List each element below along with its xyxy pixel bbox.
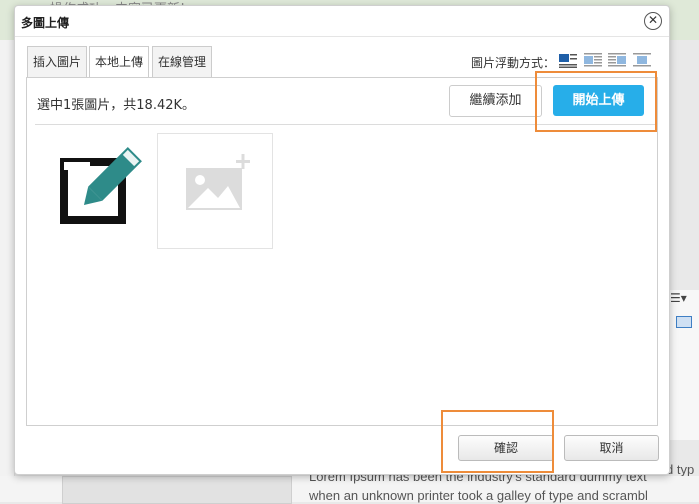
add-image-placeholder[interactable] (157, 133, 273, 249)
float-center-icon[interactable] (632, 52, 652, 68)
add-image-icon (186, 154, 250, 210)
uploaded-image-thumbnail[interactable] (38, 133, 152, 247)
list-format-icon: ☰▾ (670, 291, 687, 305)
highlight-confirm (441, 410, 554, 473)
background-sidebar (0, 40, 15, 502)
float-mode-label: 圖片浮動方式： (471, 56, 556, 70)
float-left-icon[interactable] (583, 52, 603, 68)
edit-icon (60, 147, 142, 224)
dialog-header: 多圖上傳 ✕ (15, 6, 669, 37)
layout-icon (676, 316, 692, 328)
tab-local-upload[interactable]: 本地上傳 (89, 46, 150, 78)
background-text-right: d typ (666, 462, 695, 477)
float-none-icon[interactable] (558, 52, 578, 68)
close-icon[interactable]: ✕ (644, 12, 662, 30)
tab-online-manage[interactable]: 在線管理 (152, 46, 213, 77)
continue-add-button[interactable]: 繼續添加 (449, 85, 542, 117)
float-right-icon[interactable] (607, 52, 627, 68)
dialog-title: 多圖上傳 (21, 16, 70, 30)
background-image-placeholder (62, 476, 292, 504)
cancel-button[interactable]: 取消 (564, 435, 659, 461)
selection-status-text: 選中1張圖片，共18.42K。 (37, 98, 196, 113)
highlight-start-upload (535, 71, 657, 132)
tab-insert-image[interactable]: 插入圖片 (27, 46, 88, 77)
background-text-line: when an unknown printer took a galley of… (309, 488, 648, 503)
